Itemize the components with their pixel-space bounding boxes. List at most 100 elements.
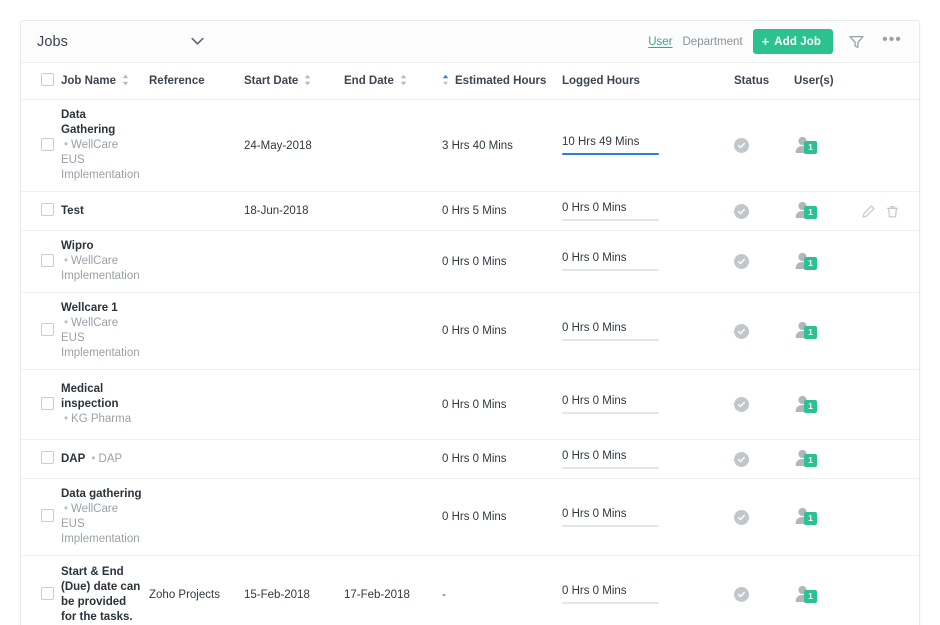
user-avatar-icon[interactable]: 1 xyxy=(794,330,815,342)
user-count-badge: 1 xyxy=(804,512,817,525)
cell-status xyxy=(734,556,794,625)
logged-hours-input[interactable]: 0 Hrs 0 Mins xyxy=(562,395,659,414)
job-name-text[interactable]: Medical inspection xyxy=(61,383,119,410)
cell-reference xyxy=(149,370,244,440)
user-count-badge: 1 xyxy=(804,590,817,603)
status-complete-icon[interactable] xyxy=(734,397,749,412)
job-name-text[interactable]: Data gathering xyxy=(61,488,142,500)
th-estimated-hours[interactable]: Estimated Hours xyxy=(442,63,562,100)
table-row[interactable]: Start & End (Due) date can be provided f… xyxy=(21,556,919,625)
logged-hours-input[interactable]: 0 Hrs 0 Mins xyxy=(562,585,659,604)
user-avatar-icon[interactable]: 1 xyxy=(794,458,815,470)
cell-users: 1 xyxy=(794,479,862,556)
status-complete-icon[interactable] xyxy=(734,254,749,269)
th-select xyxy=(21,63,61,100)
status-complete-icon[interactable] xyxy=(734,452,749,467)
user-avatar-icon[interactable]: 1 xyxy=(794,145,815,157)
table-row[interactable]: Data Gathering•WellCare EUS Implementati… xyxy=(21,100,919,192)
job-sub-text: •WellCare Implementation xyxy=(61,255,140,282)
user-avatar-icon[interactable]: 1 xyxy=(794,404,815,416)
job-sub-text: •WellCare EUS Implementation xyxy=(61,503,140,545)
table-row[interactable]: Wellcare 1 •WellCare EUS Implementation0… xyxy=(21,293,919,370)
job-name-text[interactable]: DAP xyxy=(61,453,85,465)
sort-icon-estimated-hours[interactable] xyxy=(442,74,449,89)
user-avatar-icon[interactable]: 1 xyxy=(794,516,815,528)
table-header: Job Name Reference xyxy=(21,63,919,100)
th-job-name[interactable]: Job Name xyxy=(61,63,149,100)
cell-actions xyxy=(862,192,919,231)
logged-hours-value: 0 Hrs 0 Mins xyxy=(562,202,659,219)
row-checkbox[interactable] xyxy=(41,451,54,464)
row-checkbox[interactable] xyxy=(41,138,54,151)
table-row[interactable]: Data gathering •WellCare EUS Implementati… xyxy=(21,479,919,556)
row-checkbox[interactable] xyxy=(41,397,54,410)
cell-actions xyxy=(862,370,919,440)
row-checkbox[interactable] xyxy=(41,254,54,267)
status-complete-icon[interactable] xyxy=(734,204,749,219)
sort-icon-end-date[interactable] xyxy=(400,74,407,89)
cell-start-date-text: 18-Jun-2018 xyxy=(244,205,309,217)
status-complete-icon[interactable] xyxy=(734,510,749,525)
table-row[interactable]: Wipro •WellCare Implementation 0 Hrs 0 Mi… xyxy=(21,231,919,293)
logged-hours-input[interactable]: 0 Hrs 0 Mins xyxy=(562,450,659,469)
cell-users: 1 xyxy=(794,440,862,479)
filter-icon[interactable] xyxy=(843,29,869,55)
view-toggle-user[interactable]: User xyxy=(642,36,678,48)
logged-hours-underline xyxy=(562,525,659,527)
row-checkbox[interactable] xyxy=(41,509,54,522)
jobs-card: Jobs User Department + Add Job xyxy=(20,20,920,625)
logged-hours-input[interactable]: 0 Hrs 0 Mins xyxy=(562,252,659,271)
logged-hours-value: 0 Hrs 0 Mins xyxy=(562,395,659,412)
job-sub-label: WellCare EUS Implementation xyxy=(61,503,140,545)
status-complete-icon[interactable] xyxy=(734,138,749,153)
logged-hours-input[interactable]: 0 Hrs 0 Mins xyxy=(562,202,659,221)
cell-users: 1 xyxy=(794,293,862,370)
more-options-icon[interactable]: ••• xyxy=(879,29,905,55)
logged-hours-input[interactable]: 0 Hrs 0 Mins xyxy=(562,508,659,527)
logged-hours-input[interactable]: 0 Hrs 0 Mins xyxy=(562,322,659,341)
cell-logged-hours: 0 Hrs 0 Mins xyxy=(562,370,734,440)
cell-start-date xyxy=(244,370,344,440)
job-name-text[interactable]: Wipro xyxy=(61,240,93,252)
select-all-checkbox[interactable] xyxy=(41,73,54,86)
cell-estimated-hours-text: 0 Hrs 0 Mins xyxy=(442,511,507,523)
job-name-text[interactable]: Start & End (Due) date can be provided f… xyxy=(61,566,140,623)
table-row[interactable]: Test 18-Jun-2018 0 Hrs 5 Mins 0 Hrs 0 Mins 1 xyxy=(21,192,919,231)
user-avatar-icon[interactable]: 1 xyxy=(794,210,815,222)
cell-logged-hours: 0 Hrs 0 Mins xyxy=(562,479,734,556)
job-name-text[interactable]: Wellcare 1 xyxy=(61,302,118,314)
sort-icon-start-date[interactable] xyxy=(304,74,311,89)
cell-select xyxy=(21,370,61,440)
th-reference-label: Reference xyxy=(149,75,205,87)
view-toggle-department[interactable]: Department xyxy=(679,36,753,48)
th-start-date[interactable]: Start Date xyxy=(244,63,344,100)
table-row[interactable]: Medical inspection•KG Pharma0 Hrs 0 Mins… xyxy=(21,370,919,440)
sort-icon-job-name[interactable] xyxy=(122,74,129,89)
edit-icon[interactable] xyxy=(862,205,875,218)
row-checkbox[interactable] xyxy=(41,587,54,600)
user-avatar-icon[interactable]: 1 xyxy=(794,261,815,273)
cell-estimated-hours-text: 0 Hrs 5 Mins xyxy=(442,205,507,217)
cell-reference xyxy=(149,100,244,192)
user-avatar-icon[interactable]: 1 xyxy=(794,594,815,606)
jobs-page: Jobs User Department + Add Job xyxy=(0,0,940,625)
cell-logged-hours: 10 Hrs 49 Mins xyxy=(562,100,734,192)
logged-hours-input[interactable]: 10 Hrs 49 Mins xyxy=(562,136,659,155)
job-name-text[interactable]: Data Gathering xyxy=(61,109,115,136)
job-name-text[interactable]: Test xyxy=(61,205,84,217)
th-end-date[interactable]: End Date xyxy=(344,63,442,100)
th-logged-hours-label: Logged Hours xyxy=(562,75,640,87)
delete-icon[interactable] xyxy=(886,205,899,218)
cell-end-date: 17-Feb-2018 xyxy=(344,556,442,625)
chevron-down-icon[interactable] xyxy=(188,33,206,51)
row-checkbox[interactable] xyxy=(41,203,54,216)
table-row[interactable]: DAP •DAP0 Hrs 0 Mins0 Hrs 0 Mins1 xyxy=(21,440,919,479)
status-complete-icon[interactable] xyxy=(734,324,749,339)
cell-reference xyxy=(149,293,244,370)
row-checkbox[interactable] xyxy=(41,323,54,336)
table-body: Data Gathering •WellCare EUS Implementati… xyxy=(21,100,919,625)
cell-select xyxy=(21,293,61,370)
add-job-button[interactable]: + Add Job xyxy=(753,29,833,54)
cell-select xyxy=(21,192,61,231)
status-complete-icon[interactable] xyxy=(734,587,749,602)
